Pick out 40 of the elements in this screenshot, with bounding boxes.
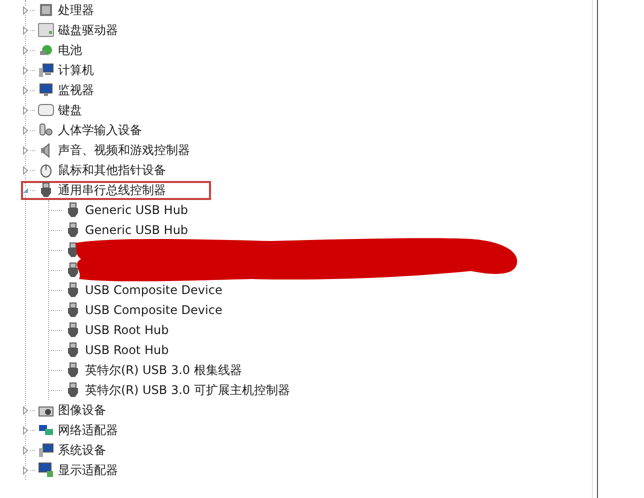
tree-item[interactable]: 显示适配器 bbox=[58, 462, 118, 478]
tree-item[interactable]: 鼠标和其他指针设备 bbox=[58, 162, 166, 178]
tree-item[interactable]: 键盘 bbox=[58, 102, 82, 118]
plug-icon bbox=[38, 182, 54, 198]
tree-item[interactable]: 磁盘驱动器 bbox=[58, 22, 118, 38]
tree-item[interactable]: 图像设备 bbox=[58, 402, 106, 418]
tree-item[interactable]: USB Root Hub bbox=[85, 343, 169, 357]
tree-item[interactable]: USB Root Hub bbox=[85, 323, 169, 337]
tree-item[interactable]: 电池 bbox=[58, 42, 82, 58]
tree-item[interactable]: Generic USB Hub bbox=[85, 223, 188, 237]
mouse-icon bbox=[38, 162, 54, 178]
plug-icon bbox=[65, 362, 81, 378]
plug-icon bbox=[65, 222, 81, 238]
computer-icon bbox=[38, 62, 54, 78]
tree-item[interactable]: 通用串行总线控制器 bbox=[58, 182, 166, 198]
plug-icon bbox=[65, 262, 81, 278]
tree-item[interactable]: 处理器 bbox=[58, 2, 94, 18]
plug-icon bbox=[65, 282, 81, 298]
monitor-icon bbox=[38, 82, 54, 98]
network-icon bbox=[38, 422, 54, 438]
tree-item[interactable]: 系统设备 bbox=[58, 442, 106, 458]
tree-item[interactable]: 计算机 bbox=[58, 62, 94, 78]
plug-icon bbox=[65, 342, 81, 358]
chip-icon bbox=[38, 2, 54, 18]
tree-item[interactable]: 人体学输入设备 bbox=[58, 122, 142, 138]
plug-icon bbox=[65, 202, 81, 218]
tree-item[interactable]: USB Composite Device bbox=[85, 303, 222, 317]
plug-icon bbox=[65, 302, 81, 318]
tree-item[interactable]: 声音、视频和游戏控制器 bbox=[58, 142, 190, 158]
tree-item[interactable]: 英特尔(R) USB 3.0 可扩展主机控制器 bbox=[85, 382, 290, 398]
computer-icon bbox=[38, 442, 54, 458]
tree-item[interactable]: USB Composite Device bbox=[85, 283, 222, 297]
tree-item[interactable]: Generic USB Hub bbox=[85, 203, 188, 217]
drive-icon bbox=[38, 22, 54, 38]
tree-item[interactable]: 监视器 bbox=[58, 82, 94, 98]
plug-icon bbox=[65, 382, 81, 398]
plug-icon bbox=[65, 322, 81, 338]
tree-item[interactable]: 网络适配器 bbox=[58, 422, 118, 438]
tree-item[interactable]: 英特尔(R) USB 3.0 根集线器 bbox=[85, 362, 242, 378]
monitor-icon bbox=[38, 462, 54, 478]
